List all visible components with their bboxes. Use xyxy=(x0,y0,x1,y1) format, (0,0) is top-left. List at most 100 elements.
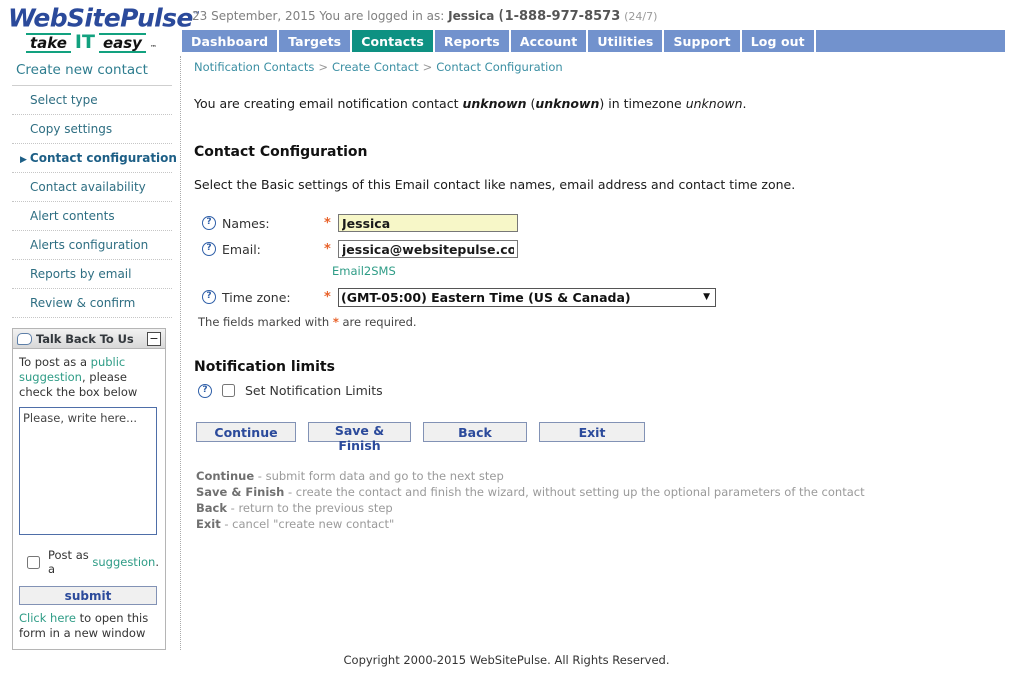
suggestion-link[interactable]: suggestion xyxy=(92,555,155,569)
tagline-it: IT xyxy=(74,31,95,54)
required-note-post: are required. xyxy=(338,315,417,329)
sidebar-title: Create new contact xyxy=(12,56,172,86)
nav-item-logout[interactable]: Log out xyxy=(742,30,816,52)
logged-in-label: You are logged in as: xyxy=(319,9,445,23)
button-legend: Continue - submit form data and go to th… xyxy=(194,468,1004,532)
notification-limits-row: ? Set Notification Limits xyxy=(194,383,1004,398)
post-as-suggestion-label-pre: Post as a xyxy=(48,548,89,576)
talk-back-header: Talk Back To Us − xyxy=(13,329,165,349)
sidebar-item-label: Contact configuration xyxy=(29,151,177,165)
intro-contact-name: unknown xyxy=(462,96,527,111)
nav-item-support[interactable]: Support xyxy=(664,30,742,52)
talk-back-panel: Talk Back To Us − To post as a public su… xyxy=(12,328,166,650)
brand-logo[interactable]: WebSitePulse™ take IT easy ™ xyxy=(8,2,201,54)
current-step-arrow-icon: ▶ xyxy=(20,155,27,165)
sidebar-item-copy-settings[interactable]: Copy settings xyxy=(12,115,172,144)
legend-desc: - submit form data and go to the next st… xyxy=(254,469,504,483)
legend-row-exit: Exit - cancel "create new contact" xyxy=(196,516,1004,532)
exit-button[interactable]: Exit xyxy=(539,422,645,442)
intro-contact-alias: unknown xyxy=(535,96,600,111)
page-description: Select the Basic settings of this Email … xyxy=(194,177,796,192)
main-content: Notification Contacts > Create Contact > Con… xyxy=(194,56,1004,532)
nav-item-targets[interactable]: Targets xyxy=(279,30,353,52)
sidebar-item-contact-configuration[interactable]: ▶ Contact configuration xyxy=(12,144,177,173)
legend-term: Save & Finish xyxy=(196,485,285,499)
question-mark-icon[interactable]: ? xyxy=(198,383,212,398)
form-action-buttons: Continue Save & Finish Back Exit xyxy=(194,422,1004,453)
breadcrumb-contact-configuration[interactable]: Contact Configuration xyxy=(436,60,562,74)
timezone-field-row: ? Time zone: * (GMT-05:00) Eastern Time … xyxy=(194,284,1004,310)
legend-desc: - create the contact and finish the wiza… xyxy=(284,485,865,499)
timezone-required-mark: * xyxy=(324,289,331,305)
question-mark-icon[interactable]: ? xyxy=(202,290,216,304)
names-input[interactable] xyxy=(338,214,518,232)
phone-icon: ( xyxy=(498,8,504,24)
email-input[interactable] xyxy=(338,240,518,258)
timezone-label-group: ? Time zone: xyxy=(194,290,324,305)
post-as-suggestion-label-post: . xyxy=(155,555,159,569)
talk-back-textarea[interactable]: Please, write here... xyxy=(19,407,157,535)
timezone-select[interactable]: (GMT-05:00) Eastern Time (US & Canada) xyxy=(338,287,716,307)
intro-timezone: unknown xyxy=(685,96,743,111)
email2sms-link[interactable]: Email2SMS xyxy=(332,264,396,278)
talk-back-footer: Click here to open this form in a new wi… xyxy=(19,611,159,641)
legend-term: Continue xyxy=(196,469,255,483)
required-note-pre: The fields marked with xyxy=(198,315,333,329)
back-button[interactable]: Back xyxy=(423,422,527,442)
main-navigation: Dashboard Targets Contacts Reports Accou… xyxy=(182,30,1005,52)
nav-item-utilities[interactable]: Utilities xyxy=(588,30,665,52)
names-label-group: ? Names: xyxy=(194,216,324,231)
legend-row-save-finish: Save & Finish - create the contact and f… xyxy=(196,484,1004,500)
post-as-suggestion-checkbox[interactable] xyxy=(27,555,40,569)
breadcrumb-separator: > xyxy=(318,60,329,74)
open-new-window-link[interactable]: Click here xyxy=(19,611,76,625)
breadcrumb-notification-contacts[interactable]: Notification Contacts xyxy=(194,60,314,74)
continue-button[interactable]: Continue xyxy=(196,422,296,442)
intro-prefix: You are creating email notification cont… xyxy=(194,96,463,111)
nav-item-account[interactable]: Account xyxy=(511,30,589,52)
wizard-sidebar: Create new contact Select type Copy sett… xyxy=(8,56,181,650)
question-mark-icon[interactable]: ? xyxy=(202,216,216,230)
legend-row-continue: Continue - submit form data and go to th… xyxy=(196,468,1004,484)
sidebar-item-reports-by-email[interactable]: Reports by email xyxy=(12,260,172,289)
names-field-row: ? Names: * xyxy=(194,210,1004,236)
sidebar-item-select-type[interactable]: Select type xyxy=(12,86,172,115)
nav-item-reports[interactable]: Reports xyxy=(435,30,511,52)
contact-configuration-form: ? Names: * ? Email: * Email2SMS ? Time z… xyxy=(194,210,1004,329)
names-label: Names: xyxy=(222,215,270,231)
talk-back-body: To post as a public suggestion, please c… xyxy=(13,349,165,649)
sidebar-item-alerts-configuration[interactable]: Alerts configuration xyxy=(12,231,172,260)
talk-back-title: Talk Back To Us xyxy=(36,331,134,346)
email-required-mark: * xyxy=(324,241,331,257)
legend-desc: - return to the previous step xyxy=(227,501,393,515)
sidebar-item-contact-availability[interactable]: Contact availability xyxy=(12,173,172,202)
talk-back-intro-pre: To post as a xyxy=(19,355,91,369)
save-finish-button[interactable]: Save & Finish xyxy=(308,422,411,453)
email-label-group: ? Email: xyxy=(194,242,324,257)
set-notification-limits-label: Set Notification Limits xyxy=(245,383,383,398)
notification-limits-title: Notification limits xyxy=(194,359,335,375)
breadcrumb-create-contact[interactable]: Create Contact xyxy=(332,60,419,74)
nav-item-contacts[interactable]: Contacts xyxy=(352,30,435,52)
talk-back-instructions: To post as a public suggestion, please c… xyxy=(19,355,159,400)
tagline-easy: easy xyxy=(98,33,146,54)
logged-in-username: Jessica xyxy=(448,9,495,23)
creation-summary-text: You are creating email notification cont… xyxy=(194,96,1004,111)
brand-tagline: take IT easy ™ xyxy=(8,31,184,54)
nav-item-dashboard[interactable]: Dashboard xyxy=(182,30,280,52)
sidebar-item-alert-contents[interactable]: Alert contents xyxy=(12,202,172,231)
required-fields-note: The fields marked with * are required. xyxy=(194,315,1004,329)
set-notification-limits-checkbox[interactable] xyxy=(222,384,235,397)
support-hours: (24/7) xyxy=(624,10,658,23)
page-footer: Copyright 2000-2015 WebSitePulse. All Ri… xyxy=(343,653,670,667)
minimize-icon[interactable]: − xyxy=(147,332,161,346)
talk-back-submit-button[interactable]: submit xyxy=(19,586,157,605)
post-as-suggestion-row: Post as a suggestion. xyxy=(19,548,159,576)
breadcrumb-separator: > xyxy=(422,60,433,74)
sidebar-item-review-confirm[interactable]: Review & confirm xyxy=(12,289,172,318)
intro-mid: in timezone xyxy=(604,96,686,111)
question-mark-icon[interactable]: ? xyxy=(202,242,216,256)
email-label: Email: xyxy=(222,241,261,257)
legend-desc: - cancel "create new contact" xyxy=(220,517,395,531)
current-date: 23 September, 2015 xyxy=(192,9,316,23)
